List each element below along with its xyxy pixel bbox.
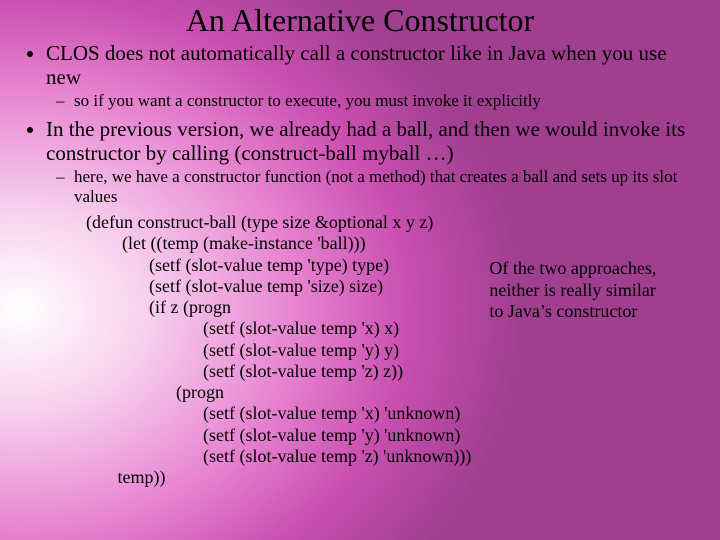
code-region: (defun construct-ball (type size &option… xyxy=(18,212,702,488)
code-block: (defun construct-ball (type size &option… xyxy=(86,212,471,488)
aside-note: Of the two approaches, neither is really… xyxy=(471,212,664,488)
bullet-1-text: CLOS does not automatically call a const… xyxy=(46,41,667,89)
bullet-1-sub: so if you want a constructor to execute,… xyxy=(74,91,702,111)
slide-title: An Alternative Constructor xyxy=(18,0,702,39)
bullet-2-text: In the previous version, we already had … xyxy=(46,117,685,165)
bullet-1: CLOS does not automatically call a const… xyxy=(46,41,702,111)
bullet-list: CLOS does not automatically call a const… xyxy=(18,41,702,206)
bullet-2-sub: here, we have a constructor function (no… xyxy=(74,167,702,206)
slide: An Alternative Constructor CLOS does not… xyxy=(0,0,720,540)
bullet-2: In the previous version, we already had … xyxy=(46,117,702,206)
bullet-2-sublist: here, we have a constructor function (no… xyxy=(46,167,702,206)
bullet-1-sublist: so if you want a constructor to execute,… xyxy=(46,91,702,111)
